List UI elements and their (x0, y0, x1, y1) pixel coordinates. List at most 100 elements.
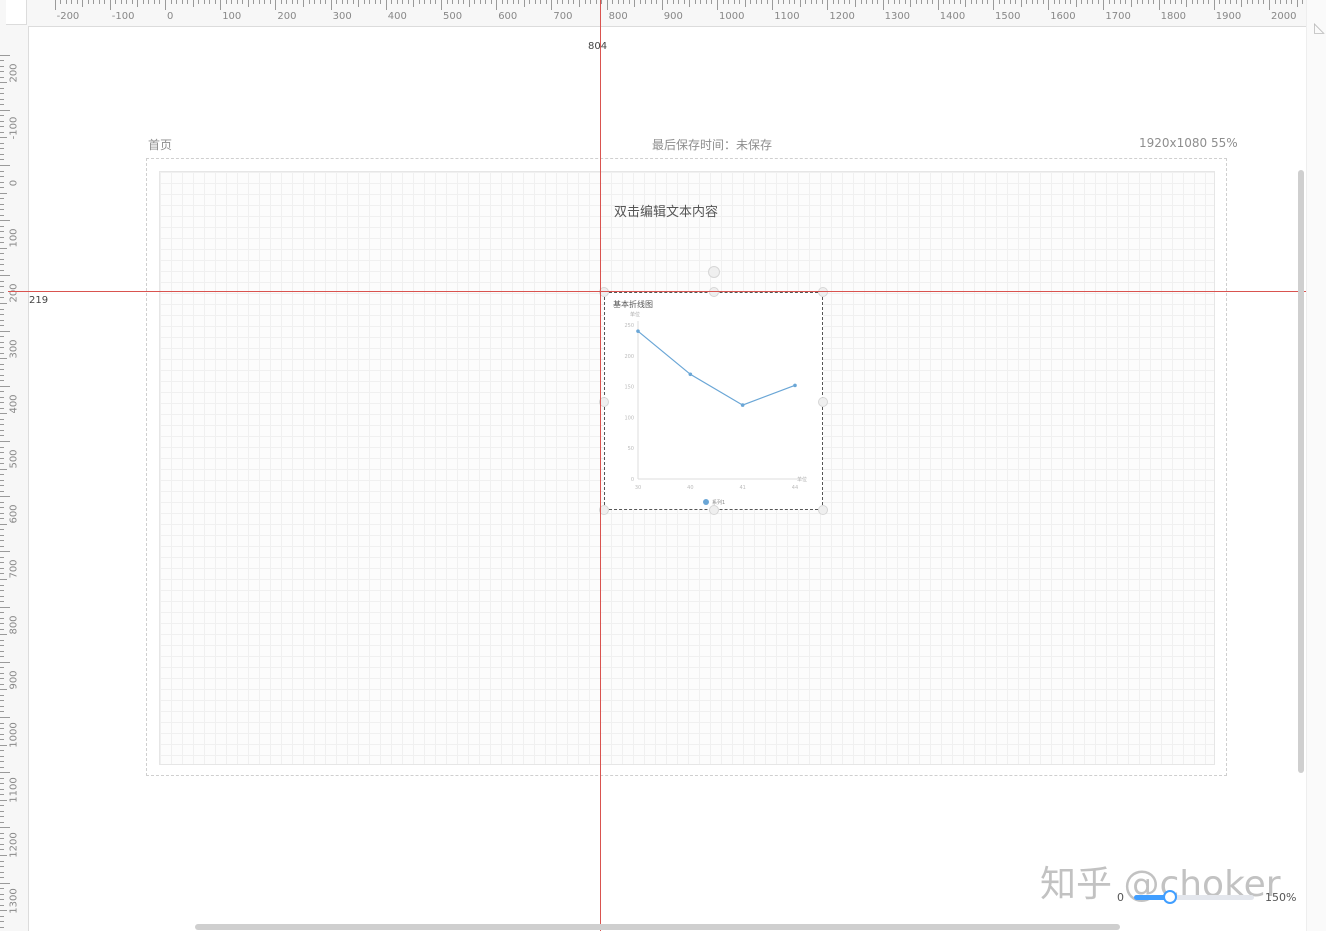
ruler-minor-tick (0, 595, 4, 597)
ruler-label: 800 (8, 615, 20, 635)
zoom-max-label: 150% (1265, 891, 1297, 904)
rotate-handle[interactable] (708, 266, 720, 278)
y-tick-label: 200 (624, 354, 634, 360)
collapse-icon[interactable]: ◺ (1314, 20, 1326, 58)
ruler-minor-tick (1164, 0, 1166, 4)
ruler-minor-tick (126, 0, 128, 4)
ruler-minor-tick (352, 0, 354, 4)
ruler-minor-tick (0, 794, 4, 796)
ruler-minor-tick (65, 0, 67, 4)
ruler-minor-tick (131, 0, 133, 4)
ruler-minor-tick (0, 347, 4, 349)
ruler-minor-tick (225, 0, 227, 4)
ruler-major-tick (772, 0, 774, 10)
ruler-minor-tick (761, 0, 763, 4)
ruler-minor-tick (0, 104, 4, 106)
ruler-minor-tick (297, 0, 299, 4)
ruler-minor-tick (1180, 0, 1182, 4)
ruler-minor-tick (0, 308, 4, 310)
ruler-minor-tick (529, 0, 531, 4)
ruler-minor-tick (0, 181, 4, 183)
ruler-minor-tick (0, 694, 4, 696)
ruler-minor-tick (1004, 0, 1006, 4)
ruler-major-tick (551, 0, 553, 10)
ruler-minor-tick (0, 766, 4, 768)
horizontal-scrollbar[interactable] (195, 924, 1120, 930)
ruler-minor-tick (402, 0, 404, 4)
ruler-minor-tick (0, 457, 4, 459)
ruler-minor-tick (590, 0, 592, 4)
resize-handle-bottom-right[interactable] (818, 505, 828, 515)
ruler-minor-tick (0, 860, 4, 862)
ruler-minor-tick (236, 0, 238, 4)
zoom-slider[interactable] (1134, 890, 1254, 904)
ruler-minor-tick (0, 319, 4, 321)
ruler-major-tick (0, 441, 10, 442)
ruler-minor-tick (0, 60, 4, 62)
ruler-label: 100 (222, 11, 242, 22)
ruler-minor-tick (0, 253, 4, 255)
ruler-minor-tick (744, 0, 746, 7)
ruler-minor-tick (303, 0, 304, 7)
ruler-minor-tick (181, 0, 183, 4)
ruler-minor-tick (1131, 0, 1132, 7)
ruler-minor-tick (1086, 0, 1088, 4)
ruler-minor-tick (0, 148, 4, 150)
ruler-minor-tick (1202, 0, 1204, 4)
ruler-minor-tick (501, 0, 503, 4)
ruler-minor-tick (396, 0, 398, 4)
resize-handle-bottom[interactable] (709, 505, 719, 515)
ruler-minor-tick (0, 921, 4, 923)
ruler-minor-tick (843, 0, 845, 4)
ruler-minor-tick (899, 0, 901, 4)
ruler-minor-tick (209, 0, 211, 4)
ruler-minor-tick (0, 755, 4, 757)
ruler-minor-tick (0, 153, 4, 155)
ruler-minor-tick (1169, 0, 1171, 4)
ruler-minor-tick (959, 0, 961, 4)
ruler-minor-tick (0, 198, 4, 200)
ruler-minor-tick (0, 529, 4, 531)
ruler-minor-tick (0, 247, 7, 249)
zoom-slider-thumb[interactable] (1163, 890, 1177, 904)
top-ruler[interactable]: -200 -100 0 100 200 300 400 500 600 700 800 900 1000… (0, 0, 1306, 27)
resize-handle-top-right[interactable] (818, 287, 828, 297)
resize-handle-right[interactable] (818, 397, 828, 407)
y-axis-label: 单位 (630, 311, 640, 318)
ruler-minor-tick (0, 601, 4, 603)
ruler-minor-tick (0, 926, 4, 928)
ruler-minor-tick (0, 192, 7, 194)
ruler-minor-tick (0, 269, 4, 271)
ruler-minor-tick (0, 556, 4, 558)
resize-handle-top[interactable] (709, 287, 719, 297)
ruler-minor-tick (932, 0, 934, 4)
ruler-minor-tick (82, 0, 84, 7)
ruler-minor-tick (1230, 0, 1232, 4)
ruler-minor-tick (0, 843, 4, 845)
ruler-minor-tick (0, 303, 7, 304)
ruler-minor-tick (0, 126, 4, 128)
ruler-minor-tick (0, 187, 4, 189)
ruler-minor-tick (1031, 0, 1033, 4)
ruler-minor-tick (0, 678, 4, 680)
ruler-minor-tick (921, 0, 923, 4)
ruler-major-tick (1158, 0, 1160, 10)
ruler-minor-tick (0, 567, 4, 569)
ruler-minor-tick (0, 87, 4, 89)
ruler-minor-tick (0, 584, 4, 586)
ruler-minor-tick (567, 0, 569, 4)
text-component[interactable]: 双击编辑文本内容 (614, 201, 718, 220)
ruler-minor-tick (1153, 0, 1155, 4)
vertical-guide-line[interactable] (600, 0, 601, 931)
ruler-minor-tick (0, 225, 4, 227)
right-panel-edge (1306, 0, 1326, 931)
ruler-minor-tick (0, 805, 4, 807)
ruler-minor-tick (176, 0, 178, 4)
vertical-scrollbar[interactable] (1298, 170, 1304, 773)
ruler-minor-tick (1257, 0, 1259, 4)
ruler-minor-tick (0, 396, 4, 398)
line-chart-component[interactable]: 基本折线图 单位 单位 0 50 100 150 200 250 30 40 41 44 系列1 (604, 292, 823, 510)
left-ruler[interactable]: 200 -100 0 100 200 300 400 500 600 700 800 900 1000 1… (0, 26, 29, 931)
ruler-minor-tick (0, 297, 4, 299)
horizontal-guide-line[interactable] (8, 291, 1306, 292)
